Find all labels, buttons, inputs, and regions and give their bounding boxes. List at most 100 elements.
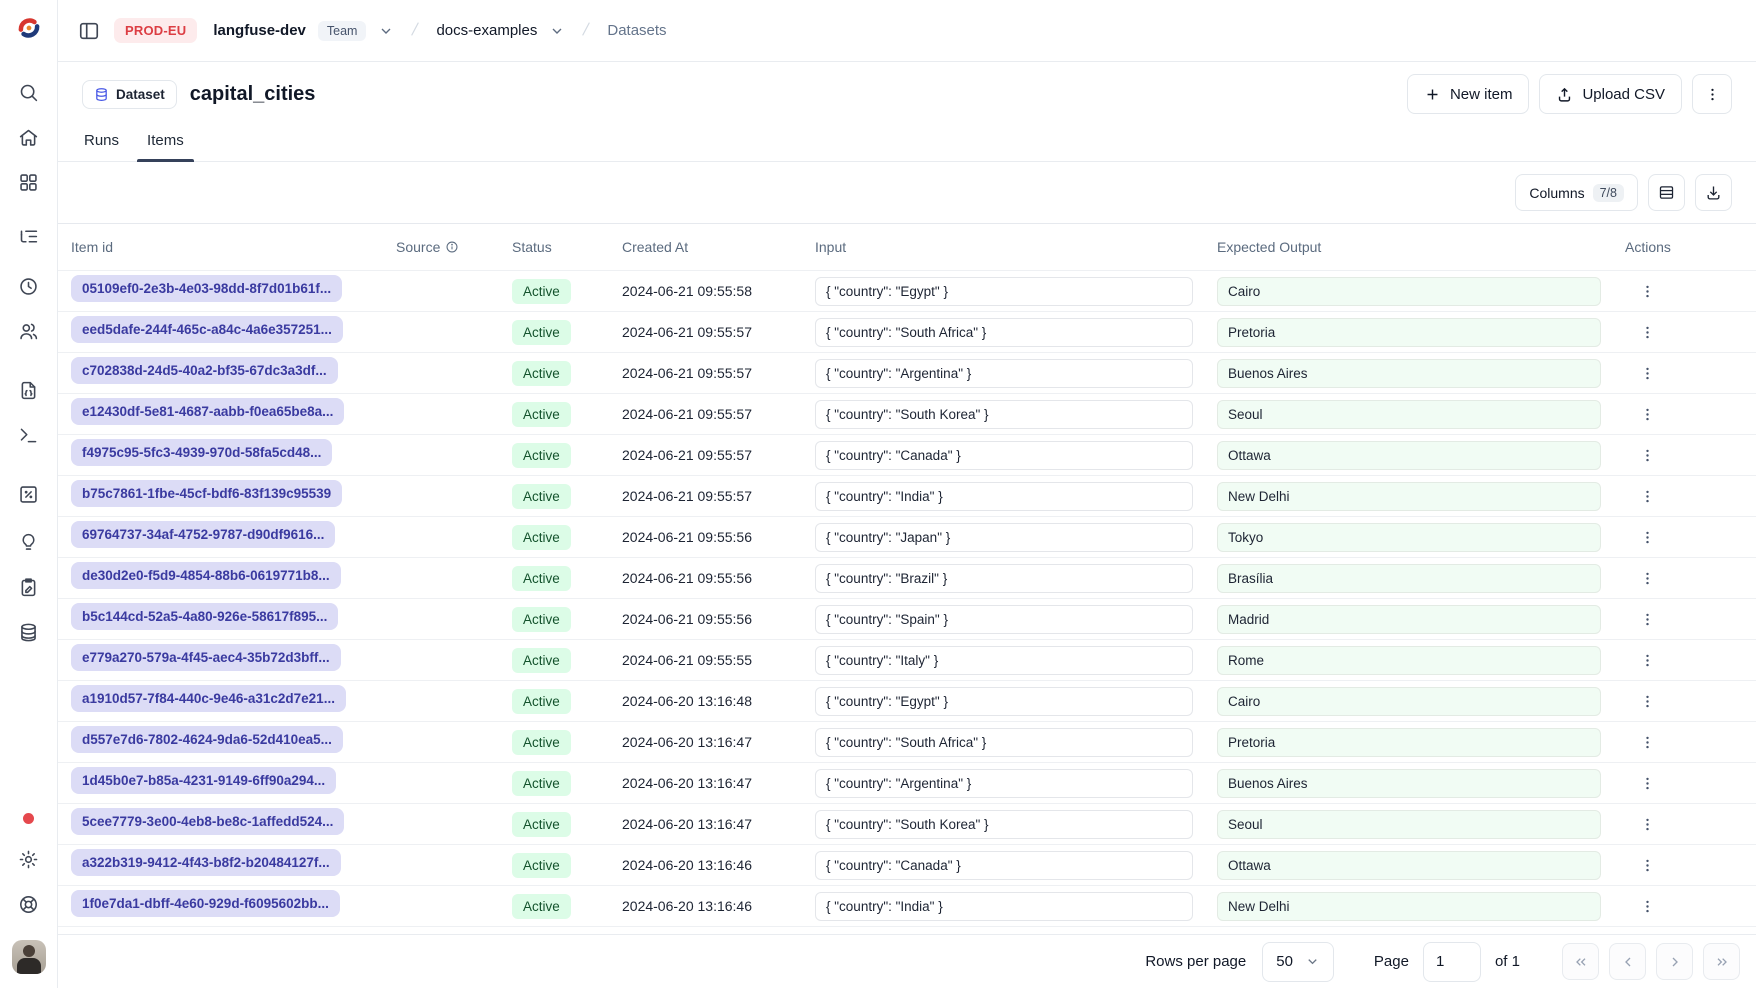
row-actions-button[interactable] bbox=[1633, 482, 1661, 510]
row-actions-button[interactable] bbox=[1633, 400, 1661, 428]
row-actions-button[interactable] bbox=[1633, 892, 1661, 920]
langfuse-logo[interactable] bbox=[15, 14, 43, 42]
row-actions-button[interactable] bbox=[1633, 728, 1661, 756]
table-row[interactable]: de30d2e0-f5d9-4854-88b6-0619771b8... Act… bbox=[58, 558, 1756, 599]
new-item-button[interactable]: New item bbox=[1407, 74, 1530, 114]
dashboard-icon bbox=[18, 172, 39, 193]
support-icon[interactable] bbox=[15, 890, 43, 918]
sidebar-toggle-icon[interactable] bbox=[76, 18, 102, 44]
table-row[interactable]: f4975c95-5fc3-4939-970d-58fa5cd48... Act… bbox=[58, 435, 1756, 476]
sidebar-item-playground[interactable] bbox=[15, 421, 43, 449]
dataset-menu-button[interactable] bbox=[1692, 74, 1732, 114]
item-id-link[interactable]: eed5dafe-244f-465c-a84c-4a6e357251... bbox=[71, 316, 343, 343]
row-actions-button[interactable] bbox=[1633, 810, 1661, 838]
sidebar-item-annotation[interactable] bbox=[15, 573, 43, 601]
environment-badge: PROD-EU bbox=[114, 18, 197, 43]
tab-items[interactable]: Items bbox=[137, 132, 194, 161]
header-status[interactable]: Status bbox=[512, 239, 622, 255]
item-id-link[interactable]: f4975c95-5fc3-4939-970d-58fa5cd48... bbox=[71, 439, 332, 466]
org-name[interactable]: langfuse-dev bbox=[213, 22, 306, 39]
ellipsis-vertical-icon bbox=[1639, 406, 1656, 423]
row-actions-button[interactable] bbox=[1633, 277, 1661, 305]
item-id-link[interactable]: a1910d57-7f84-440c-9e46-a31c2d7e21... bbox=[71, 685, 346, 712]
item-id-link[interactable]: e12430df-5e81-4687-aabb-f0ea65be8a... bbox=[71, 398, 344, 425]
header-item-id[interactable]: Item id bbox=[58, 239, 396, 255]
table-row[interactable]: e779a270-579a-4f45-aec4-35b72d3bff... Ac… bbox=[58, 640, 1756, 681]
sidebar-item-prompts[interactable] bbox=[15, 376, 43, 404]
project-name[interactable]: docs-examples bbox=[436, 22, 537, 39]
sidebar-item-users[interactable] bbox=[15, 317, 43, 345]
item-id-link[interactable]: e779a270-579a-4f45-aec4-35b72d3bff... bbox=[71, 644, 341, 671]
table-row[interactable]: d557e7d6-7802-4624-9da6-52d410ea5... Act… bbox=[58, 722, 1756, 763]
tab-runs[interactable]: Runs bbox=[74, 132, 129, 161]
item-id-link[interactable]: b75c7861-1fbe-45cf-bdf6-83f139c95539 bbox=[71, 480, 342, 507]
page-number-input[interactable] bbox=[1423, 942, 1481, 982]
item-id-link[interactable]: de30d2e0-f5d9-4854-88b6-0619771b8... bbox=[71, 562, 341, 589]
table-row[interactable]: 05109ef0-2e3b-4e03-98dd-8f7d01b61f... Ac… bbox=[58, 271, 1756, 312]
ellipsis-vertical-icon bbox=[1639, 447, 1656, 464]
sidebar-item-insights[interactable] bbox=[15, 528, 43, 556]
table-row[interactable]: b5c144cd-52a5-4a80-926e-58617f895... Act… bbox=[58, 599, 1756, 640]
user-avatar[interactable] bbox=[12, 940, 46, 974]
item-id-link[interactable]: d557e7d6-7802-4624-9da6-52d410ea5... bbox=[71, 726, 343, 753]
row-actions-button[interactable] bbox=[1633, 441, 1661, 469]
created-at-cell: 2024-06-21 09:55:57 bbox=[622, 324, 815, 340]
item-id-link[interactable]: b5c144cd-52a5-4a80-926e-58617f895... bbox=[71, 603, 338, 630]
row-actions-button[interactable] bbox=[1633, 687, 1661, 715]
export-button[interactable] bbox=[1695, 174, 1732, 211]
sidebar-item-home[interactable] bbox=[15, 123, 43, 151]
item-id-link[interactable]: 1d45b0e7-b85a-4231-9149-6ff90a294... bbox=[71, 767, 336, 794]
header-source[interactable]: Source bbox=[396, 239, 512, 255]
table-row[interactable]: eed5dafe-244f-465c-a84c-4a6e357251... Ac… bbox=[58, 312, 1756, 353]
sidebar-item-evaluation[interactable] bbox=[15, 480, 43, 508]
table-row[interactable]: 1f0e7da1-dbff-4e60-929d-f6095602bb... Ac… bbox=[58, 886, 1756, 927]
settings-icon[interactable] bbox=[15, 845, 43, 873]
table-row[interactable]: 5cee7779-3e00-4eb8-be8c-1affedd524... Ac… bbox=[58, 804, 1756, 845]
sidebar-item-search[interactable] bbox=[15, 78, 43, 106]
row-actions-button[interactable] bbox=[1633, 769, 1661, 797]
prev-page-button[interactable] bbox=[1609, 943, 1646, 980]
project-chevron-down-icon[interactable] bbox=[549, 23, 565, 39]
columns-button[interactable]: Columns 7/8 bbox=[1515, 174, 1638, 211]
page-size-select[interactable]: 50 bbox=[1262, 942, 1334, 982]
row-actions-button[interactable] bbox=[1633, 359, 1661, 387]
table-row[interactable]: a322b319-9412-4f43-b8f2-b20484127f... Ac… bbox=[58, 845, 1756, 886]
row-actions-button[interactable] bbox=[1633, 646, 1661, 674]
sidebar-item-sessions[interactable] bbox=[15, 272, 43, 300]
table-row[interactable]: e12430df-5e81-4687-aabb-f0ea65be8a... Ac… bbox=[58, 394, 1756, 435]
item-id-link[interactable]: a322b319-9412-4f43-b8f2-b20484127f... bbox=[71, 849, 341, 876]
row-actions-button[interactable] bbox=[1633, 318, 1661, 346]
next-page-button[interactable] bbox=[1656, 943, 1693, 980]
table-row[interactable]: 1d45b0e7-b85a-4231-9149-6ff90a294... Act… bbox=[58, 763, 1756, 804]
table-row[interactable]: a1910d57-7f84-440c-9e46-a31c2d7e21... Ac… bbox=[58, 681, 1756, 722]
org-chevron-down-icon[interactable] bbox=[378, 23, 394, 39]
chevron-down-icon bbox=[1305, 954, 1320, 969]
item-id-link[interactable]: 05109ef0-2e3b-4e03-98dd-8f7d01b61f... bbox=[71, 275, 342, 302]
table-row[interactable]: b75c7861-1fbe-45cf-bdf6-83f139c95539 Act… bbox=[58, 476, 1756, 517]
sidebar-item-tracing[interactable] bbox=[15, 222, 43, 250]
sidebar-item-datasets[interactable] bbox=[15, 618, 43, 646]
upload-icon bbox=[1556, 86, 1573, 103]
header-expected-output[interactable]: Expected Output bbox=[1217, 239, 1625, 255]
item-id-link[interactable]: 69764737-34af-4752-9787-d90df9616... bbox=[71, 521, 335, 548]
table-row[interactable]: c702838d-24d5-40a2-bf35-67dc3a3df... Act… bbox=[58, 353, 1756, 394]
row-height-button[interactable] bbox=[1648, 174, 1685, 211]
item-id-link[interactable]: c702838d-24d5-40a2-bf35-67dc3a3df... bbox=[71, 357, 338, 384]
row-actions-button[interactable] bbox=[1633, 564, 1661, 592]
last-page-button[interactable] bbox=[1703, 943, 1740, 980]
input-cell: { "country": "Canada" } bbox=[815, 851, 1193, 880]
row-actions-button[interactable] bbox=[1633, 851, 1661, 879]
expected-output-cell: Pretoria bbox=[1217, 318, 1601, 347]
item-id-link[interactable]: 1f0e7da1-dbff-4e60-929d-f6095602bb... bbox=[71, 890, 340, 917]
breadcrumb-section[interactable]: Datasets bbox=[607, 22, 666, 39]
sidebar-item-dashboard[interactable] bbox=[15, 168, 43, 196]
table-row[interactable]: 69764737-34af-4752-9787-d90df9616... Act… bbox=[58, 517, 1756, 558]
header-input[interactable]: Input bbox=[815, 239, 1217, 255]
upload-csv-button[interactable]: Upload CSV bbox=[1539, 74, 1682, 114]
first-page-button[interactable] bbox=[1562, 943, 1599, 980]
item-id-link[interactable]: 5cee7779-3e00-4eb8-be8c-1affedd524... bbox=[71, 808, 344, 835]
row-actions-button[interactable] bbox=[1633, 605, 1661, 633]
created-at-cell: 2024-06-20 13:16:48 bbox=[622, 693, 815, 709]
row-actions-button[interactable] bbox=[1633, 523, 1661, 551]
header-created-at[interactable]: Created At bbox=[622, 239, 815, 255]
